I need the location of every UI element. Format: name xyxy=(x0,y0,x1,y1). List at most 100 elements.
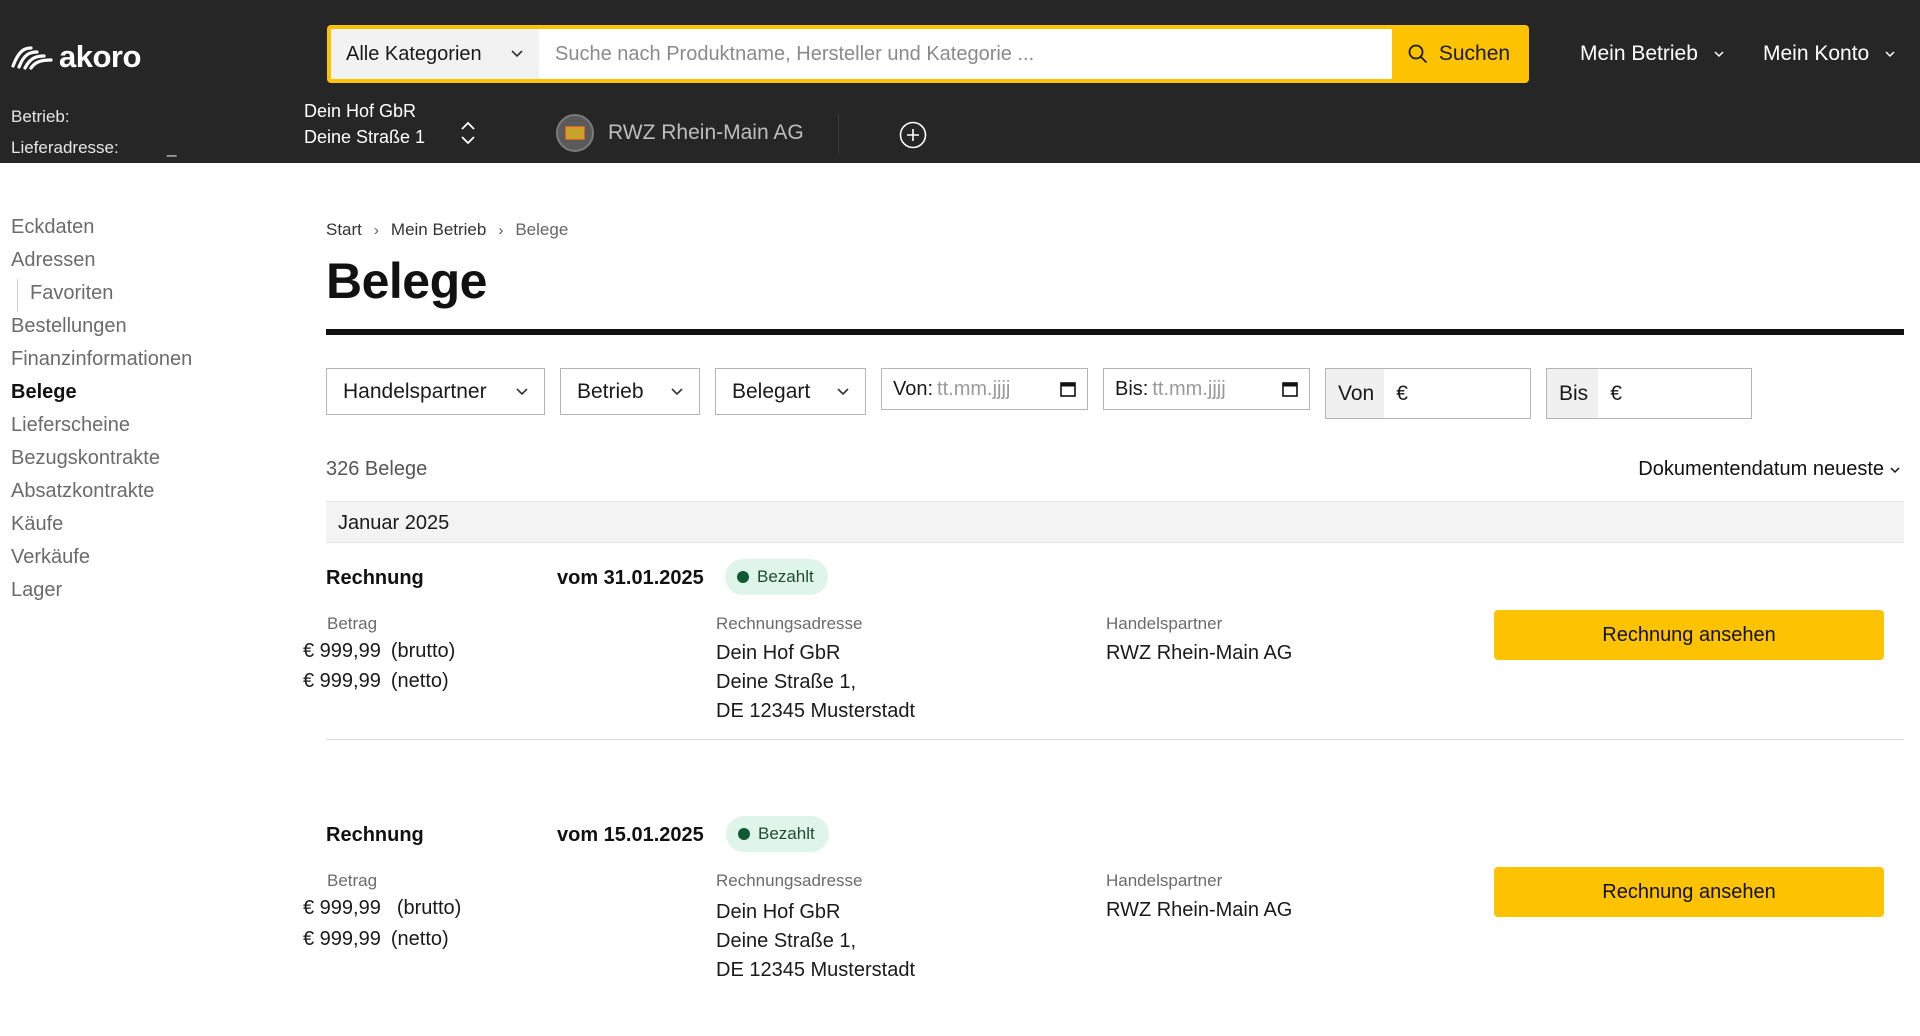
menu-mein-konto[interactable]: Mein Konto xyxy=(1763,42,1897,66)
address-line-2: Deine Straße 1, xyxy=(716,930,857,952)
sidebar-item-bezugskontrakte[interactable]: Bezugskontrakte xyxy=(11,444,261,477)
search-bar: Alle Kategorien Suche n xyxy=(327,25,1529,83)
amount-label: Betrag xyxy=(327,871,378,890)
search-button[interactable]: Suchen xyxy=(1392,29,1525,79)
status-badge: Bezahlt xyxy=(725,559,828,595)
view-invoice-button[interactable]: Rechnung ansehen xyxy=(1494,610,1884,660)
sidebar-nav: Eckdaten Adressen Favoriten Bestellungen… xyxy=(11,213,261,609)
sidebar-item-adressen[interactable]: Adressen xyxy=(11,246,261,279)
sidebar-item-bestellungen[interactable]: Bestellungen xyxy=(11,312,261,345)
active-partner[interactable]: RWZ Rhein-Main AG xyxy=(556,114,804,152)
add-partner-icon[interactable] xyxy=(899,121,927,149)
sidebar-item-verkaeufe[interactable]: Verkäufe xyxy=(11,543,261,576)
sort-select-value: Dokumentendatum neueste xyxy=(1638,458,1884,480)
calendar-icon[interactable] xyxy=(1281,380,1299,398)
sidebar-item-eckdaten[interactable]: Eckdaten xyxy=(11,213,261,246)
month-group-header: Januar 2025 xyxy=(326,501,1904,543)
breadcrumb-mein-betrieb[interactable]: Mein Betrieb xyxy=(391,220,486,240)
wheat-icon xyxy=(11,46,53,70)
amount-to-label: Bis xyxy=(1547,369,1599,418)
status-dot-icon xyxy=(737,571,749,583)
menu-mein-konto-label: Mein Konto xyxy=(1763,42,1870,65)
sidebar-item-absatzkontrakte[interactable]: Absatzkontrakte xyxy=(11,477,261,510)
search-button-label: Suchen xyxy=(1438,42,1511,65)
status-badge-label: Bezahlt xyxy=(758,824,815,843)
filter-amount-to[interactable]: Bis € xyxy=(1546,368,1752,419)
sidebar-item-finanzinformationen[interactable]: Finanzinformationen xyxy=(11,345,261,378)
amount-netto-value: € 999,99 xyxy=(303,670,381,692)
document-date: vom 31.01.2025 xyxy=(557,567,704,589)
partner-value: RWZ Rhein-Main AG xyxy=(1106,642,1293,664)
switch-betrieb-icon[interactable] xyxy=(456,118,480,148)
category-select-value: Alle Kategorien xyxy=(346,42,482,65)
date-to-placeholder: tt.mm.jjjj xyxy=(1152,377,1226,400)
partner-label: Handelspartner xyxy=(1106,614,1223,633)
search-icon xyxy=(1408,44,1427,63)
partner-value: RWZ Rhein-Main AG xyxy=(1106,899,1293,921)
filter-amount-from[interactable]: Von € xyxy=(1325,368,1531,419)
breadcrumb-current: Belege xyxy=(515,220,569,239)
amount-brutto-value: € 999,99 xyxy=(303,897,381,919)
date-to-label: Bis: xyxy=(1115,377,1149,400)
amount-brutto-tag: (brutto) xyxy=(396,897,462,919)
sidebar-item-favoriten[interactable]: Favoriten xyxy=(17,279,261,312)
rwz-logo xyxy=(556,114,594,152)
date-from-label: Von: xyxy=(893,377,934,400)
filter-betrieb-label: Betrieb xyxy=(577,379,644,403)
row-divider xyxy=(326,739,1904,740)
category-select[interactable]: Alle Kategorien xyxy=(331,29,539,79)
menu-mein-betrieb[interactable]: Mein Betrieb xyxy=(1580,42,1726,66)
amount-brutto-value: € 999,99 xyxy=(303,640,381,662)
address-line-3: DE 12345 Musterstadt xyxy=(716,700,915,722)
top-header: akoro Alle Kategorien Suchen Mein Betrie… xyxy=(0,0,1920,163)
filter-date-to[interactable]: Bis: tt.mm.jjjj xyxy=(1103,368,1310,410)
breadcrumb: Start › Mein Betrieb › Belege xyxy=(326,220,568,240)
chevron-down-icon xyxy=(671,388,683,396)
chevron-down-icon xyxy=(837,388,849,396)
view-invoice-button[interactable]: Rechnung ansehen xyxy=(1494,867,1884,917)
date-from-placeholder: tt.mm.jjjj xyxy=(937,377,1011,400)
filter-belegart[interactable]: Belegart xyxy=(715,368,866,415)
status-badge-label: Bezahlt xyxy=(757,567,814,586)
betrieb-name: Dein Hof GbR xyxy=(304,101,417,121)
amount-brutto-tag: (brutto) xyxy=(390,640,456,662)
address-line-1: Dein Hof GbR xyxy=(716,642,841,664)
chevron-down-icon xyxy=(1890,466,1900,473)
amount-netto-value: € 999,99 xyxy=(303,928,381,950)
filter-betrieb[interactable]: Betrieb xyxy=(560,368,700,415)
breadcrumb-separator: › xyxy=(373,221,379,239)
sidebar-item-belege[interactable]: Belege xyxy=(11,378,261,411)
chevron-down-icon xyxy=(516,388,528,396)
betrieb-label: Betrieb: xyxy=(11,107,70,126)
status-dot-icon xyxy=(738,828,750,840)
sort-select[interactable]: Dokumentendatum neueste xyxy=(1638,458,1902,481)
document-type: Rechnung xyxy=(326,824,424,846)
partner-name: RWZ Rhein-Main AG xyxy=(608,121,804,144)
chevron-down-icon xyxy=(1714,51,1724,58)
address-label: Rechnungsadresse xyxy=(716,871,863,890)
document-date: vom 15.01.2025 xyxy=(557,824,704,846)
sidebar-item-kaeufe[interactable]: Käufe xyxy=(11,510,261,543)
address-line-3: DE 12345 Musterstadt xyxy=(716,959,915,981)
chevron-down-icon xyxy=(1885,51,1895,58)
title-divider xyxy=(326,329,1904,335)
page-title: Belege xyxy=(326,253,487,309)
breadcrumb-start[interactable]: Start xyxy=(326,220,362,240)
currency-symbol: € xyxy=(1610,381,1622,405)
sidebar-item-lieferscheine[interactable]: Lieferscheine xyxy=(11,411,261,444)
filter-date-from[interactable]: Von: tt.mm.jjjj xyxy=(881,368,1088,410)
status-badge: Bezahlt xyxy=(726,816,829,852)
betrieb-street: Deine Straße 1 xyxy=(304,127,426,147)
sidebar-item-lager[interactable]: Lager xyxy=(11,576,261,609)
filter-handelspartner[interactable]: Handelspartner xyxy=(326,368,545,415)
akoro-logo[interactable]: akoro xyxy=(11,39,141,74)
calendar-icon[interactable] xyxy=(1059,380,1077,398)
search-input[interactable] xyxy=(539,29,1392,79)
divider xyxy=(838,114,839,154)
amount-brutto: € 999,99 (brutto) xyxy=(303,897,461,920)
amount-netto-tag: (netto) xyxy=(390,928,449,950)
menu-mein-betrieb-label: Mein Betrieb xyxy=(1580,42,1698,65)
currency-symbol: € xyxy=(1396,381,1408,405)
amount-netto-tag: (netto) xyxy=(390,670,449,692)
address-line-2: Deine Straße 1, xyxy=(716,671,857,693)
